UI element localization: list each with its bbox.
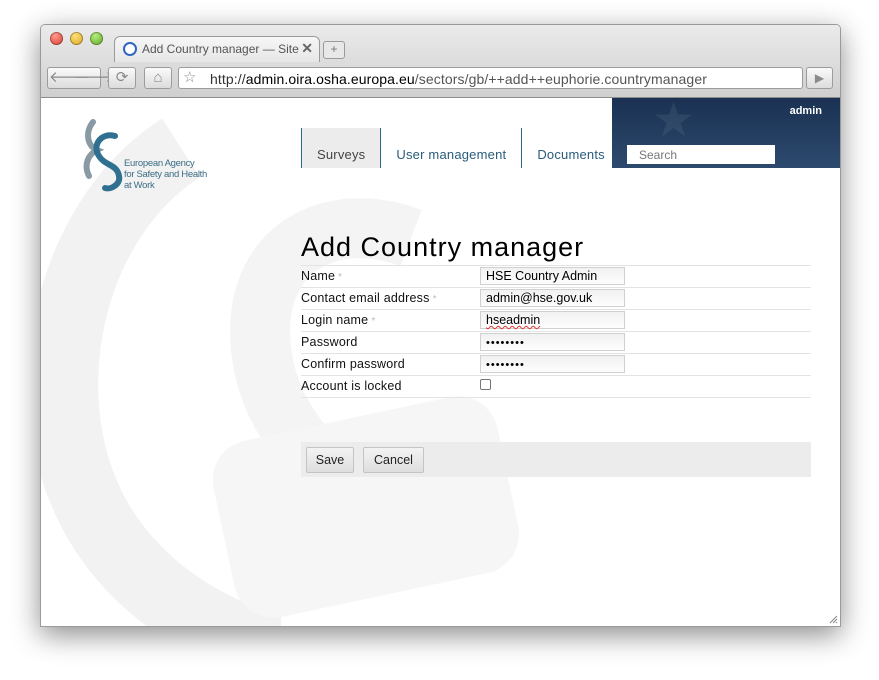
form-row-locked: Account is locked xyxy=(301,375,811,398)
name-field[interactable]: HSE Country Admin xyxy=(480,267,625,285)
required-marker: * xyxy=(371,316,376,327)
new-tab-button[interactable]: + xyxy=(323,41,345,59)
home-button[interactable]: ⌂ xyxy=(144,67,172,89)
user-menu-link[interactable]: admin xyxy=(790,105,822,117)
required-marker: * xyxy=(432,294,437,305)
browser-toolbar: Add Country manager — Site ✕ + 🡐🡒 ⟳ ⌂ ☆ … xyxy=(41,25,840,98)
page-action-button[interactable]: ▶ xyxy=(806,67,833,89)
back-forward-buttons: 🡐🡒 xyxy=(47,67,114,89)
agency-logo-icon xyxy=(83,119,123,192)
form-button-bar: Save Cancel xyxy=(301,442,811,477)
tab-title: Add Country manager — Site xyxy=(142,42,299,56)
nav-surveys[interactable]: Surveys xyxy=(301,128,381,168)
back-icon[interactable]: 🡐 xyxy=(49,68,89,88)
field-label: Account is locked xyxy=(301,379,402,393)
form-row-login: Login name * hseadmin xyxy=(301,309,811,331)
login-name-field[interactable]: hseadmin xyxy=(480,311,625,329)
reload-button[interactable]: ⟳ xyxy=(108,67,136,89)
logo-line-3: at Work xyxy=(124,180,155,191)
nav-documents[interactable]: Documents xyxy=(521,128,620,168)
url-path: /sectors/gb/++add++euphorie.countrymanag… xyxy=(414,71,707,87)
logo-line-2: for Safety and Health xyxy=(124,169,207,180)
address-bar[interactable]: ☆ http://admin.oira.osha.europa.eu/secto… xyxy=(178,67,803,89)
form-row-name: Name * HSE Country Admin xyxy=(301,265,811,287)
url-scheme: http:// xyxy=(210,71,246,87)
url-host: admin.oira.osha.europa.eu xyxy=(245,71,415,87)
form-row-email: Contact email address * admin@hse.gov.uk xyxy=(301,287,811,309)
field-label: Confirm password xyxy=(301,357,405,371)
nav-user-management[interactable]: User management xyxy=(380,128,521,168)
field-label: Name * xyxy=(301,269,343,283)
email-field[interactable]: admin@hse.gov.uk xyxy=(480,289,625,307)
field-label: Login name * xyxy=(301,313,376,327)
main-navigation: Surveys User management Documents xyxy=(301,128,620,168)
resize-grip-icon[interactable] xyxy=(828,614,838,624)
password-field[interactable]: •••••••• xyxy=(480,333,625,351)
bookmark-star-icon[interactable]: ☆ xyxy=(183,68,196,88)
url-text[interactable]: http://admin.oira.osha.europa.eu/sectors… xyxy=(210,71,707,87)
save-button[interactable]: Save xyxy=(306,447,354,473)
header-band: ★ admin Search xyxy=(612,98,840,168)
logo-line-1: European Agency xyxy=(124,158,195,169)
form-row-confirm-password: Confirm password •••••••• xyxy=(301,353,811,375)
close-window-button[interactable] xyxy=(50,32,63,45)
zoom-window-button[interactable] xyxy=(90,32,103,45)
page-title: Add Country manager xyxy=(301,232,585,263)
field-label: Contact email address * xyxy=(301,291,437,305)
page-content: European Agency for Safety and Health at… xyxy=(41,98,840,626)
form-row-password: Password •••••••• xyxy=(301,331,811,353)
search-input[interactable]: Search xyxy=(627,145,775,164)
tab-close-icon[interactable]: ✕ xyxy=(301,40,313,57)
required-marker: * xyxy=(338,272,343,283)
cancel-button[interactable]: Cancel xyxy=(363,447,424,473)
agency-logo-text: European Agency for Safety and Health at… xyxy=(124,158,207,191)
favicon-icon xyxy=(123,42,137,56)
country-manager-form: Name * HSE Country Admin Contact email ad… xyxy=(301,265,811,398)
confirm-password-field[interactable]: •••••••• xyxy=(480,355,625,373)
account-locked-checkbox[interactable] xyxy=(480,379,491,390)
eu-star-icon: ★ xyxy=(652,98,696,147)
forward-icon[interactable]: 🡒 xyxy=(74,68,114,88)
browser-window: Add Country manager — Site ✕ + 🡐🡒 ⟳ ⌂ ☆ … xyxy=(40,24,841,627)
browser-tab[interactable]: Add Country manager — Site ✕ xyxy=(114,36,320,62)
field-label: Password xyxy=(301,335,358,349)
minimize-window-button[interactable] xyxy=(70,32,83,45)
